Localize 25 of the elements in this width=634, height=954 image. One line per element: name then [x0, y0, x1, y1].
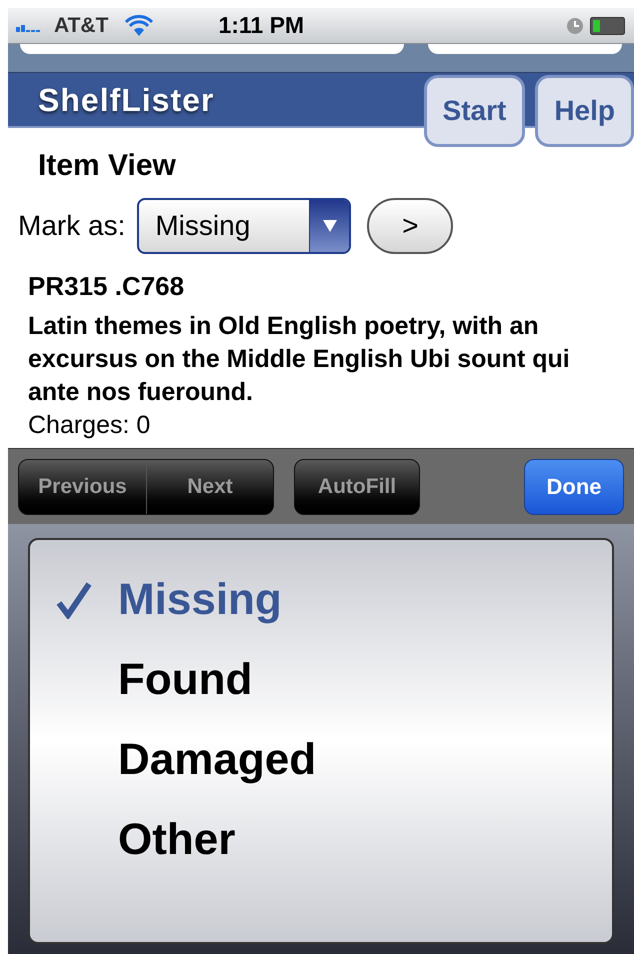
wifi-icon: [124, 14, 154, 36]
checkmark-icon: [56, 581, 92, 619]
dropdown-arrow-icon: [322, 220, 337, 232]
picker-option[interactable]: Missing: [30, 560, 612, 640]
battery-icon: [590, 16, 626, 34]
status-select[interactable]: Missing: [137, 198, 352, 254]
picker-option[interactable]: Damaged: [30, 720, 612, 800]
call-number: PR315 .C768: [28, 270, 186, 302]
picker-option[interactable]: Other: [30, 800, 612, 880]
app-title: ShelfLister: [38, 80, 214, 120]
page-heading: Item View: [38, 148, 177, 184]
item-title: Latin themes in Old English poetry, with an excursus on the Middle English Ubi sount qui ante nos fueround.: [28, 311, 571, 408]
alarm-clock-icon: [566, 16, 584, 34]
nav-button[interactable]: Next: [146, 460, 273, 514]
nav-button[interactable]: Previous: [19, 460, 146, 514]
clock-time: 1:11 PM: [218, 11, 304, 40]
header-button[interactable]: Help: [535, 75, 634, 147]
done-button[interactable]: Done: [524, 458, 624, 514]
charges-text: Charges: 0: [28, 410, 152, 441]
autofill-button[interactable]: AutoFill: [294, 458, 420, 514]
picker-option[interactable]: Found: [30, 640, 612, 720]
carrier-name: AT&T: [54, 12, 108, 39]
go-button[interactable]: >: [367, 198, 454, 254]
header-button[interactable]: Start: [424, 75, 526, 147]
mark-as-label: Mark as:: [18, 209, 126, 243]
